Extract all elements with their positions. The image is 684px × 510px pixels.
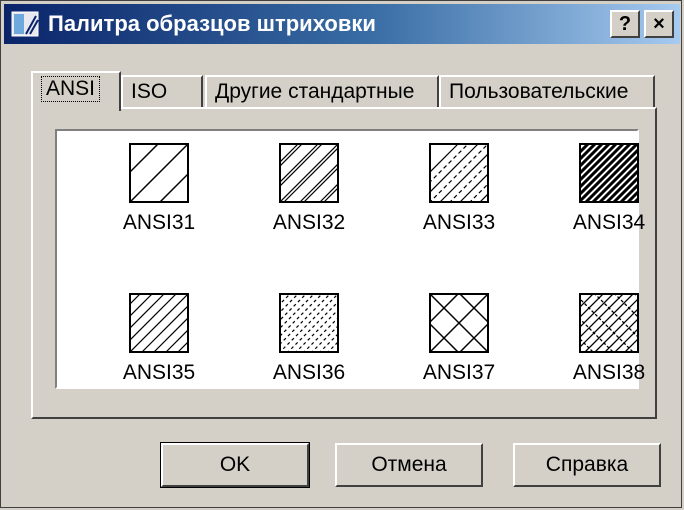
pattern-swatch-ansi31[interactable]: ANSI31: [99, 137, 219, 257]
pattern-swatch-ansi36[interactable]: ANSI36: [249, 287, 369, 407]
tab-panel-ansi: ANSI31 ANSI32 ANSI33 ANSI34 ANSI35 ANSI3…: [31, 107, 657, 419]
pattern-name: ANSI34: [572, 211, 646, 234]
pattern-name: ANSI36: [272, 361, 346, 384]
pattern-name: ANSI35: [122, 361, 196, 384]
cancel-button[interactable]: Отмена: [335, 443, 483, 487]
pattern-swatch-ansi33[interactable]: ANSI33: [399, 137, 519, 257]
ansi37-pattern-icon: [429, 293, 489, 353]
pattern-name: ANSI31: [122, 211, 196, 234]
pattern-name: ANSI37: [422, 361, 496, 384]
pattern-swatch-ansi32[interactable]: ANSI32: [249, 137, 369, 257]
help-question-button[interactable]: ?: [610, 10, 640, 38]
pattern-name: ANSI32: [272, 211, 346, 234]
tab-custom[interactable]: Пользовательские: [439, 75, 655, 109]
window-title: Палитра образцов штриховки: [48, 11, 376, 36]
close-button[interactable]: ×: [644, 10, 674, 38]
pattern-swatch-ansi38[interactable]: ANSI38: [549, 287, 669, 407]
ansi31-pattern-icon: [129, 143, 189, 203]
pattern-swatch-ansi35[interactable]: ANSI35: [99, 287, 219, 407]
hatch-palette-dialog: Палитра образцов штриховки ? × ANSI ISO …: [0, 0, 682, 508]
pattern-list[interactable]: ANSI31 ANSI32 ANSI33 ANSI34 ANSI35 ANSI3…: [55, 129, 645, 389]
tab-ansi[interactable]: ANSI: [31, 71, 121, 111]
ansi33-pattern-icon: [429, 143, 489, 203]
ok-button[interactable]: OK: [160, 442, 310, 488]
pattern-swatch-ansi37[interactable]: ANSI37: [399, 287, 519, 407]
hatch-app-icon: [11, 11, 39, 37]
title-bar[interactable]: Палитра образцов штриховки ? ×: [4, 4, 680, 44]
pattern-name: ANSI38: [572, 361, 646, 384]
tab-label: ANSI: [41, 76, 101, 102]
help-button[interactable]: Справка: [513, 443, 661, 487]
pattern-name: ANSI33: [422, 211, 496, 234]
ansi36-pattern-icon: [279, 293, 339, 353]
ansi32-pattern-icon: [279, 143, 339, 203]
ansi38-pattern-icon: [579, 293, 639, 353]
ansi35-pattern-icon: [129, 293, 189, 353]
tab-iso[interactable]: ISO: [121, 75, 203, 109]
pattern-swatch-ansi34[interactable]: ANSI34: [549, 137, 669, 257]
tab-other-standard[interactable]: Другие стандартные: [205, 75, 439, 109]
ansi34-pattern-icon: [579, 143, 639, 203]
